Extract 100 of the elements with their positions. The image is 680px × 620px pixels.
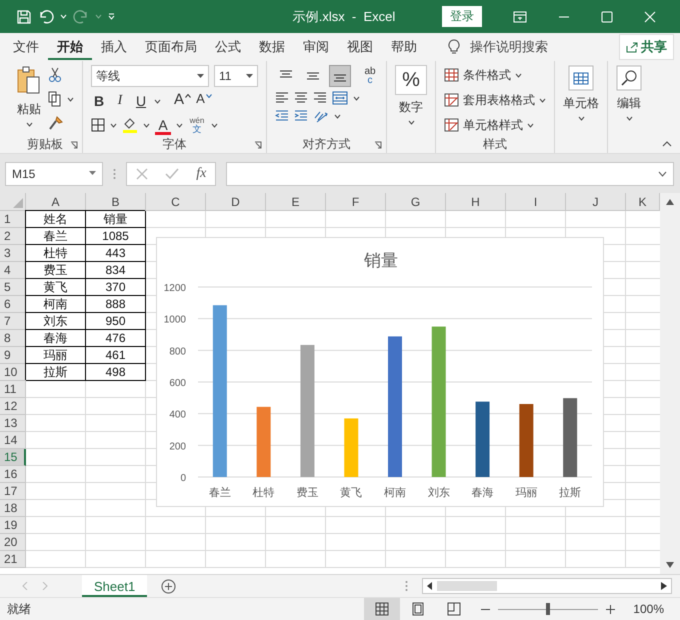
caret-icon[interactable] [143,122,150,128]
shrink-font-button[interactable]: A [196,91,212,111]
italic-button[interactable]: I [112,91,128,111]
cut-icon[interactable] [48,67,62,83]
row-header[interactable]: 11 [0,381,26,398]
fill-color-icon[interactable] [122,117,138,133]
column-header[interactable]: H [446,193,506,211]
ribbon-tab[interactable]: 审阅 [294,34,338,60]
row-header[interactable]: 3 [0,245,26,262]
increase-indent-icon[interactable] [294,109,308,123]
slider-thumb[interactable] [546,603,550,615]
align-left-icon[interactable] [275,91,289,105]
row-header[interactable]: 1 [0,211,26,228]
decrease-indent-icon[interactable] [275,109,289,123]
cells-button[interactable]: 单元格 [563,65,599,121]
row-header[interactable]: 14 [0,432,26,449]
name-box[interactable]: M15 [5,162,103,186]
add-sheet-icon[interactable] [161,578,176,594]
zoom-in-icon[interactable] [606,604,616,614]
dialog-launcher-icon[interactable] [70,141,78,149]
column-header[interactable]: D [206,193,266,211]
ribbon-tab[interactable]: 页面布局 [136,34,206,60]
scroll-up-icon[interactable] [666,199,674,205]
column-header[interactable]: G [386,193,446,211]
row-header[interactable]: 20 [0,534,26,551]
font-size-field[interactable]: 11 [214,65,258,87]
format-table-button[interactable]: 套用表格格式 [444,90,546,110]
row-header[interactable]: 17 [0,483,26,500]
row-header[interactable]: 13 [0,415,26,432]
ribbon-tab[interactable]: 视图 [338,34,382,60]
row-header[interactable]: 8 [0,330,26,347]
caret-icon[interactable] [67,96,74,102]
caret-icon[interactable] [176,122,183,128]
editing-button[interactable]: 编辑 [616,65,642,121]
row-header[interactable]: 9 [0,347,26,364]
column-header[interactable]: E [266,193,326,211]
customize-icon[interactable] [108,13,115,20]
caret-icon[interactable] [334,114,341,118]
row-header[interactable]: 19 [0,517,26,534]
caret-icon[interactable] [211,122,218,128]
share-button[interactable]: 共享 [619,34,674,60]
ribbon-display-icon[interactable] [513,10,527,22]
underline-button[interactable]: U [133,91,149,111]
row-header[interactable]: 10 [0,364,26,381]
close-icon[interactable] [644,10,656,22]
font-name-field[interactable]: 等线 [91,65,209,87]
dialog-launcher-icon[interactable] [254,141,262,149]
row-header[interactable]: 7 [0,313,26,330]
column-header[interactable]: A [26,193,86,211]
collapse-ribbon-icon[interactable] [662,141,672,147]
row-header[interactable]: 16 [0,466,26,483]
save-icon[interactable] [16,8,32,24]
caret-icon[interactable] [353,96,360,100]
scroll-right-icon[interactable] [661,582,667,590]
ribbon-tab[interactable]: 数据 [250,34,294,60]
scroll-left-icon[interactable] [427,582,433,590]
insert-function-button[interactable]: fx [196,166,206,182]
ribbon-tab[interactable]: 插入 [92,34,136,60]
bar-chart[interactable]: 销量 0 200 400 600 800 1000 1200 春兰 杜特 费玉 黄飞 柯南 刘东 春海 玛丽 拉斯 [156,237,604,507]
undo-icon[interactable] [38,8,54,24]
horizontal-scrollbar[interactable] [422,578,672,594]
phonetic-button[interactable]: wén 文 [188,115,206,135]
merge-center-icon[interactable] [332,91,348,105]
conditional-format-button[interactable]: 条件格式 [444,65,522,85]
formula-input[interactable] [226,162,674,186]
row-header[interactable]: 6 [0,296,26,313]
ribbon-tab[interactable]: 文件 [4,34,48,60]
align-center-icon[interactable] [294,91,308,105]
caret-icon[interactable] [154,98,161,104]
expand-caret-icon[interactable] [658,170,667,176]
copy-icon[interactable] [48,91,62,107]
column-header[interactable]: F [326,193,386,211]
row-header[interactable]: 4 [0,262,26,279]
column-header[interactable]: K [626,193,660,211]
login-button[interactable]: 登录 [442,6,482,27]
row-header[interactable]: 5 [0,279,26,296]
row-header[interactable]: 21 [0,551,26,568]
ribbon-tab[interactable]: 帮助 [382,34,426,60]
maximize-icon[interactable] [601,10,613,22]
column-header[interactable]: B [86,193,146,211]
scroll-down-icon[interactable] [666,562,674,568]
row-header[interactable]: 2 [0,228,26,245]
font-color-button[interactable]: A [155,115,171,135]
row-header[interactable]: 18 [0,500,26,517]
bold-button[interactable]: B [91,91,107,111]
sheet-tab[interactable]: Sheet1 [82,575,148,597]
grow-font-button[interactable]: A [174,91,192,111]
tell-me-search[interactable]: 操作说明搜索 [470,38,548,56]
column-header[interactable]: J [566,193,626,211]
cell-styles-button[interactable]: 单元格样式 [444,115,534,135]
dialog-launcher-icon[interactable] [374,141,382,149]
caret-icon[interactable] [110,122,117,128]
row-header[interactable]: 15 [0,449,26,466]
ribbon-tab[interactable]: 开始 [48,34,92,60]
orientation-icon[interactable] [313,109,329,123]
column-header[interactable]: I [506,193,566,211]
borders-icon[interactable] [91,118,105,132]
normal-view-button[interactable] [364,598,400,620]
zoom-level[interactable]: 100% [633,602,664,616]
bottom-align-button[interactable] [329,65,351,87]
